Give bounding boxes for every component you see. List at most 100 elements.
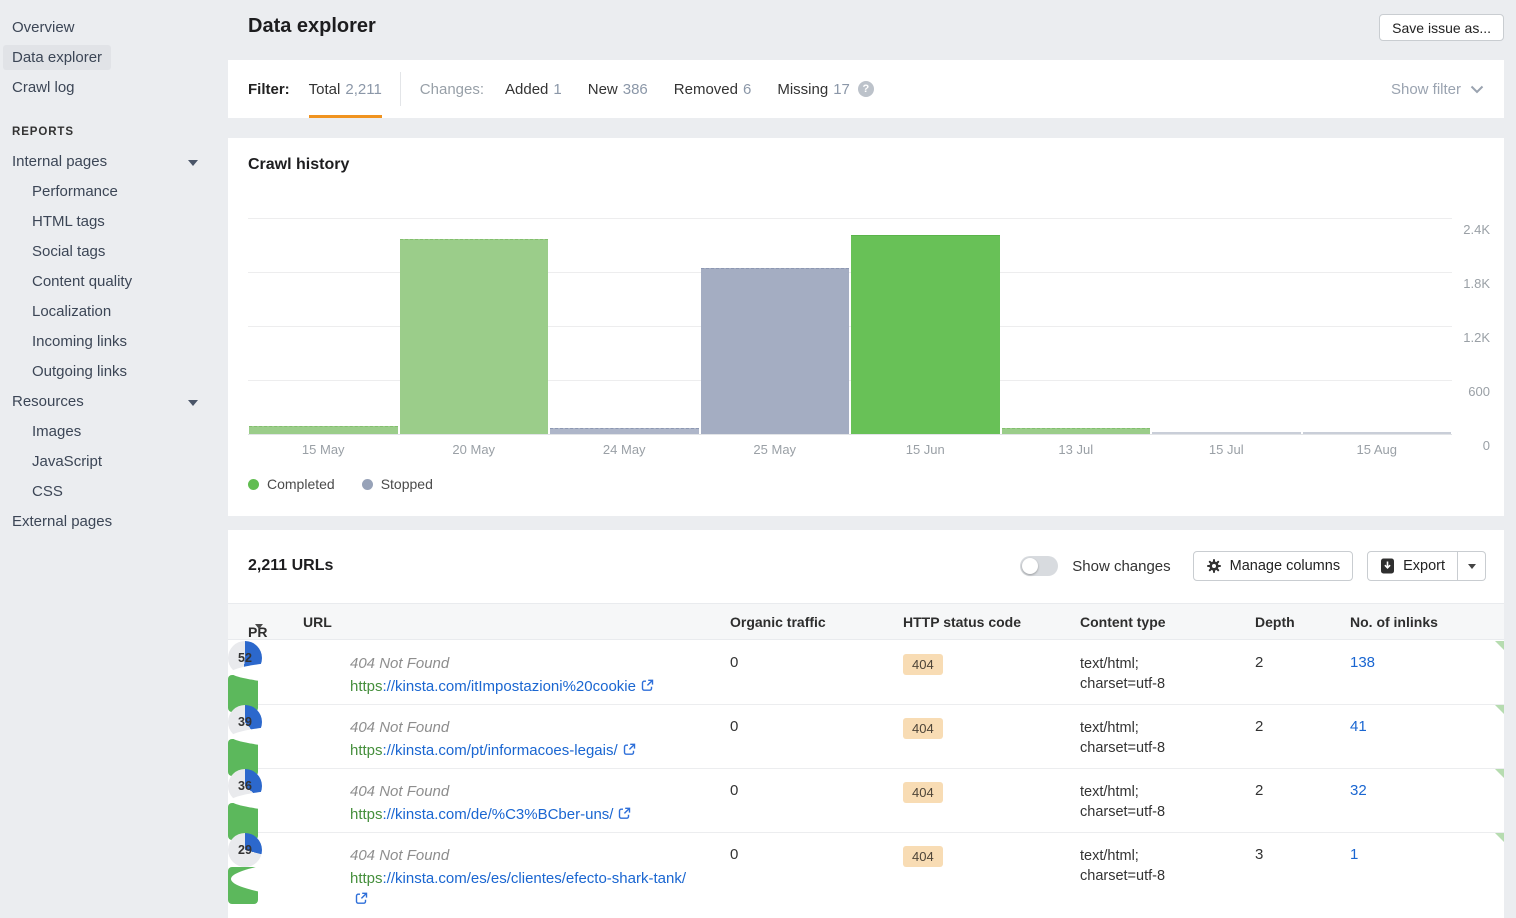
show-filter-button[interactable]: Show filter	[1391, 60, 1484, 118]
sidebar-item-overview[interactable]: Overview	[0, 13, 228, 43]
column-depth[interactable]: Depth	[1255, 614, 1295, 630]
filter-tab-missing-label: Missing	[777, 81, 828, 98]
sidebar-item-crawl-log[interactable]: Crawl log	[0, 73, 228, 103]
sidebar-item-label: Incoming links	[32, 333, 127, 350]
sidebar-item-javascript[interactable]: JavaScript	[0, 447, 228, 477]
organic-traffic-value: 0	[730, 846, 738, 863]
legend-dot-completed	[248, 479, 259, 490]
table-row: 52HTML404 Not Foundhttps://kinsta.com/it…	[228, 641, 1504, 705]
filter-divider	[400, 72, 401, 106]
url-link[interactable]: https://kinsta.com/de/%C3%BCber-uns/	[350, 804, 698, 825]
sidebar-item-localization[interactable]: Localization	[0, 297, 228, 327]
bar-13-jul[interactable]	[1002, 428, 1151, 434]
url-link[interactable]: https://kinsta.com/itImpostazioni%20cook…	[350, 676, 698, 697]
gridline	[248, 218, 1452, 219]
manage-columns-button[interactable]: Manage columns	[1193, 551, 1353, 581]
sidebar-item-data-explorer[interactable]: Data explorer	[0, 43, 228, 73]
url-link[interactable]: https://kinsta.com/es/es/clientes/efecto…	[350, 868, 698, 910]
filter-tab-new-label: New	[588, 81, 618, 98]
urls-count-title: 2,211 URLs	[248, 557, 333, 575]
sidebar-item-label: Crawl log	[12, 79, 75, 96]
bar-15-jun[interactable]	[851, 235, 1000, 434]
content-type-line: charset=utf-8	[1080, 802, 1165, 822]
inlinks-link[interactable]: 1	[1350, 846, 1358, 863]
page-status-text: 404 Not Found	[350, 654, 698, 674]
inlinks-link[interactable]: 32	[1350, 782, 1367, 799]
pr-value: 52	[238, 651, 252, 665]
column-no-of-inlinks[interactable]: No. of inlinks	[1350, 614, 1438, 630]
legend-item-stopped[interactable]: Stopped	[362, 476, 433, 492]
filter-tab-added-label: Added	[505, 81, 548, 98]
legend-label: Completed	[267, 476, 335, 492]
url-scheme: https	[350, 678, 383, 695]
column-content-type[interactable]: Content type	[1080, 614, 1166, 630]
inlinks-link[interactable]: 138	[1350, 654, 1375, 671]
show-changes-label: Show changes	[1072, 558, 1170, 575]
column-url[interactable]: URL	[303, 614, 332, 630]
url-path: ://kinsta.com/es/es/clientes/efecto-shar…	[383, 870, 686, 887]
show-changes-toggle[interactable]	[1020, 556, 1058, 576]
sidebar-item-label: Resources	[12, 393, 84, 410]
filter-tab-missing-count: 17	[833, 81, 850, 98]
inlinks-link[interactable]: 41	[1350, 718, 1367, 735]
export-button[interactable]: Export	[1367, 551, 1458, 581]
y-tick-2-4k: 2.4K	[1450, 222, 1490, 237]
crawl-history-card: Crawl history 15 May20 May24 May25 May15…	[228, 138, 1504, 516]
url-scheme: https	[350, 742, 383, 759]
filter-bar: Filter: Total 2,211 Changes: Added 1 New…	[228, 60, 1504, 118]
sidebar-nav: OverviewData explorerCrawl logREPORTSInt…	[0, 0, 228, 918]
bar-15-aug[interactable]	[1303, 432, 1452, 434]
filter-tab-added[interactable]: Added 1	[505, 60, 562, 118]
pr-badge: 39	[228, 705, 262, 739]
url-link[interactable]: https://kinsta.com/pt/informacoes-legais…	[350, 740, 698, 761]
column-http-status-code[interactable]: HTTP status code	[903, 614, 1021, 630]
file-type-label: HTML	[228, 816, 258, 825]
filter-tab-total-label: Total	[309, 81, 341, 98]
sidebar-item-social-tags[interactable]: Social tags	[0, 237, 228, 267]
external-link-icon	[623, 743, 636, 756]
http-status-badge: 404	[903, 846, 943, 867]
bar-15-may[interactable]	[249, 426, 398, 434]
column-organic-traffic[interactable]: Organic traffic	[730, 614, 826, 630]
filter-tab-new[interactable]: New 386	[588, 60, 648, 118]
export-split-button: Export	[1367, 551, 1486, 581]
sidebar-item-label: Overview	[12, 19, 75, 36]
main-content: Data explorer Save issue as... Filter: T…	[228, 0, 1504, 918]
bar-20-may[interactable]	[400, 239, 549, 434]
sidebar-item-label: Data explorer	[3, 45, 111, 70]
sidebar-item-resources[interactable]: Resources	[0, 387, 228, 417]
legend-item-completed[interactable]: Completed	[248, 476, 335, 492]
manage-columns-label: Manage columns	[1230, 558, 1340, 574]
help-icon[interactable]: ?	[858, 81, 874, 97]
url-scheme: https	[350, 806, 383, 823]
pr-value: 39	[238, 715, 252, 729]
y-tick-600: 600	[1450, 384, 1490, 399]
filter-label: Filter:	[248, 81, 290, 98]
save-issue-as-button[interactable]: Save issue as...	[1379, 14, 1504, 41]
filter-tab-missing[interactable]: Missing 17	[777, 60, 850, 118]
export-dropdown-button[interactable]	[1458, 551, 1486, 581]
export-file-icon	[1380, 558, 1395, 574]
sidebar-item-css[interactable]: CSS	[0, 477, 228, 507]
http-status-badge: 404	[903, 654, 943, 675]
sidebar-item-internal-pages[interactable]: Internal pages	[0, 147, 228, 177]
bar-15-jul[interactable]	[1152, 432, 1301, 434]
sidebar-item-external-pages[interactable]: External pages	[0, 507, 228, 537]
sidebar-item-html-tags[interactable]: HTML tags	[0, 207, 228, 237]
depth-value: 3	[1255, 846, 1263, 863]
x-tick-15-may: 15 May	[248, 442, 399, 457]
sidebar-item-incoming-links[interactable]: Incoming links	[0, 327, 228, 357]
sidebar-item-performance[interactable]: Performance	[0, 177, 228, 207]
table-row: 36HTML404 Not Foundhttps://kinsta.com/de…	[228, 769, 1504, 833]
sidebar-item-label: CSS	[32, 483, 63, 500]
filter-tab-total[interactable]: Total 2,211	[309, 60, 382, 118]
filter-tab-removed[interactable]: Removed 6	[674, 60, 752, 118]
content-type-cell: text/html;charset=utf-8	[1080, 654, 1165, 694]
sidebar-item-outgoing-links[interactable]: Outgoing links	[0, 357, 228, 387]
bar-25-may[interactable]	[701, 268, 850, 434]
bar-24-may[interactable]	[550, 428, 699, 434]
depth-value: 2	[1255, 782, 1263, 799]
page-status-text: 404 Not Found	[350, 782, 698, 802]
sidebar-item-images[interactable]: Images	[0, 417, 228, 447]
sidebar-item-content-quality[interactable]: Content quality	[0, 267, 228, 297]
